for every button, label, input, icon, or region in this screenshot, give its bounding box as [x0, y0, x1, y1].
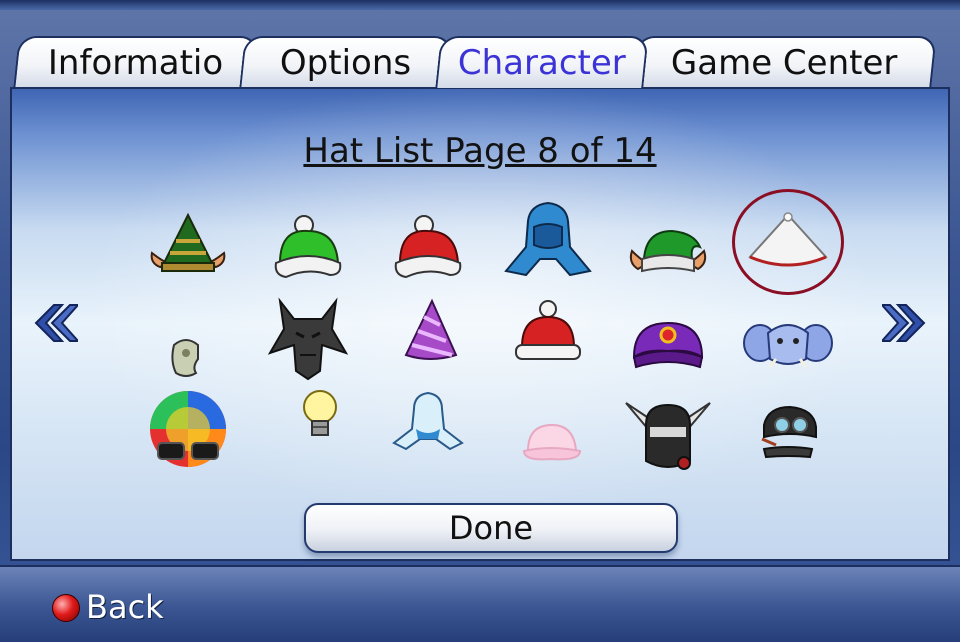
rainbow-afro-sunglasses-icon[interactable] [140, 385, 236, 473]
winged-ninja-mask-icon[interactable] [620, 389, 716, 477]
tab-options-label: Options [280, 43, 412, 83]
double-chevron-right-icon[interactable] [879, 301, 932, 345]
tab-character[interactable]: Character [435, 36, 649, 88]
tab-information-label: Informatio [47, 43, 224, 83]
tab-information[interactable]: Informatio [13, 36, 259, 88]
blue-wizard-hood-icon[interactable] [500, 197, 596, 285]
double-chevron-left-icon[interactable] [28, 301, 81, 345]
red-circle-button-icon [52, 594, 80, 622]
content-panel: Hat List Page 8 of 14 Done [10, 87, 950, 561]
red-pompom-winter-hat-icon[interactable] [500, 295, 596, 383]
blue-elephant-hat-icon[interactable] [740, 303, 836, 391]
tab-bar: Informatio Options Game Center Character [10, 36, 950, 88]
back-label: Back [86, 588, 164, 626]
pink-cap-icon[interactable] [500, 395, 596, 483]
black-dragon-mask-icon[interactable] [260, 295, 356, 383]
tab-game-center-label: Game Center [670, 43, 898, 83]
light-blue-hood-icon[interactable] [380, 389, 476, 477]
frame-top-border [0, 0, 960, 10]
aviator-goggles-cap-icon[interactable] [740, 395, 836, 483]
lightbulb-hat-icon[interactable] [260, 383, 356, 471]
page-title: Hat List Page 8 of 14 [303, 131, 657, 171]
green-pompom-beanie-icon[interactable] [260, 205, 356, 293]
red-pompom-beanie-icon[interactable] [380, 205, 476, 293]
purple-party-hat-icon[interactable] [380, 295, 476, 383]
tab-character-label: Character [457, 43, 626, 83]
green-elf-hat-icon[interactable] [140, 205, 236, 293]
done-button[interactable]: Done [304, 503, 678, 553]
tab-options[interactable]: Options [239, 36, 453, 88]
green-elf-cap-with-ears-icon[interactable] [620, 205, 716, 293]
white-cone-hat-icon[interactable] [740, 199, 836, 287]
purple-turban-icon[interactable] [620, 309, 716, 397]
tab-game-center[interactable]: Game Center [631, 36, 937, 88]
